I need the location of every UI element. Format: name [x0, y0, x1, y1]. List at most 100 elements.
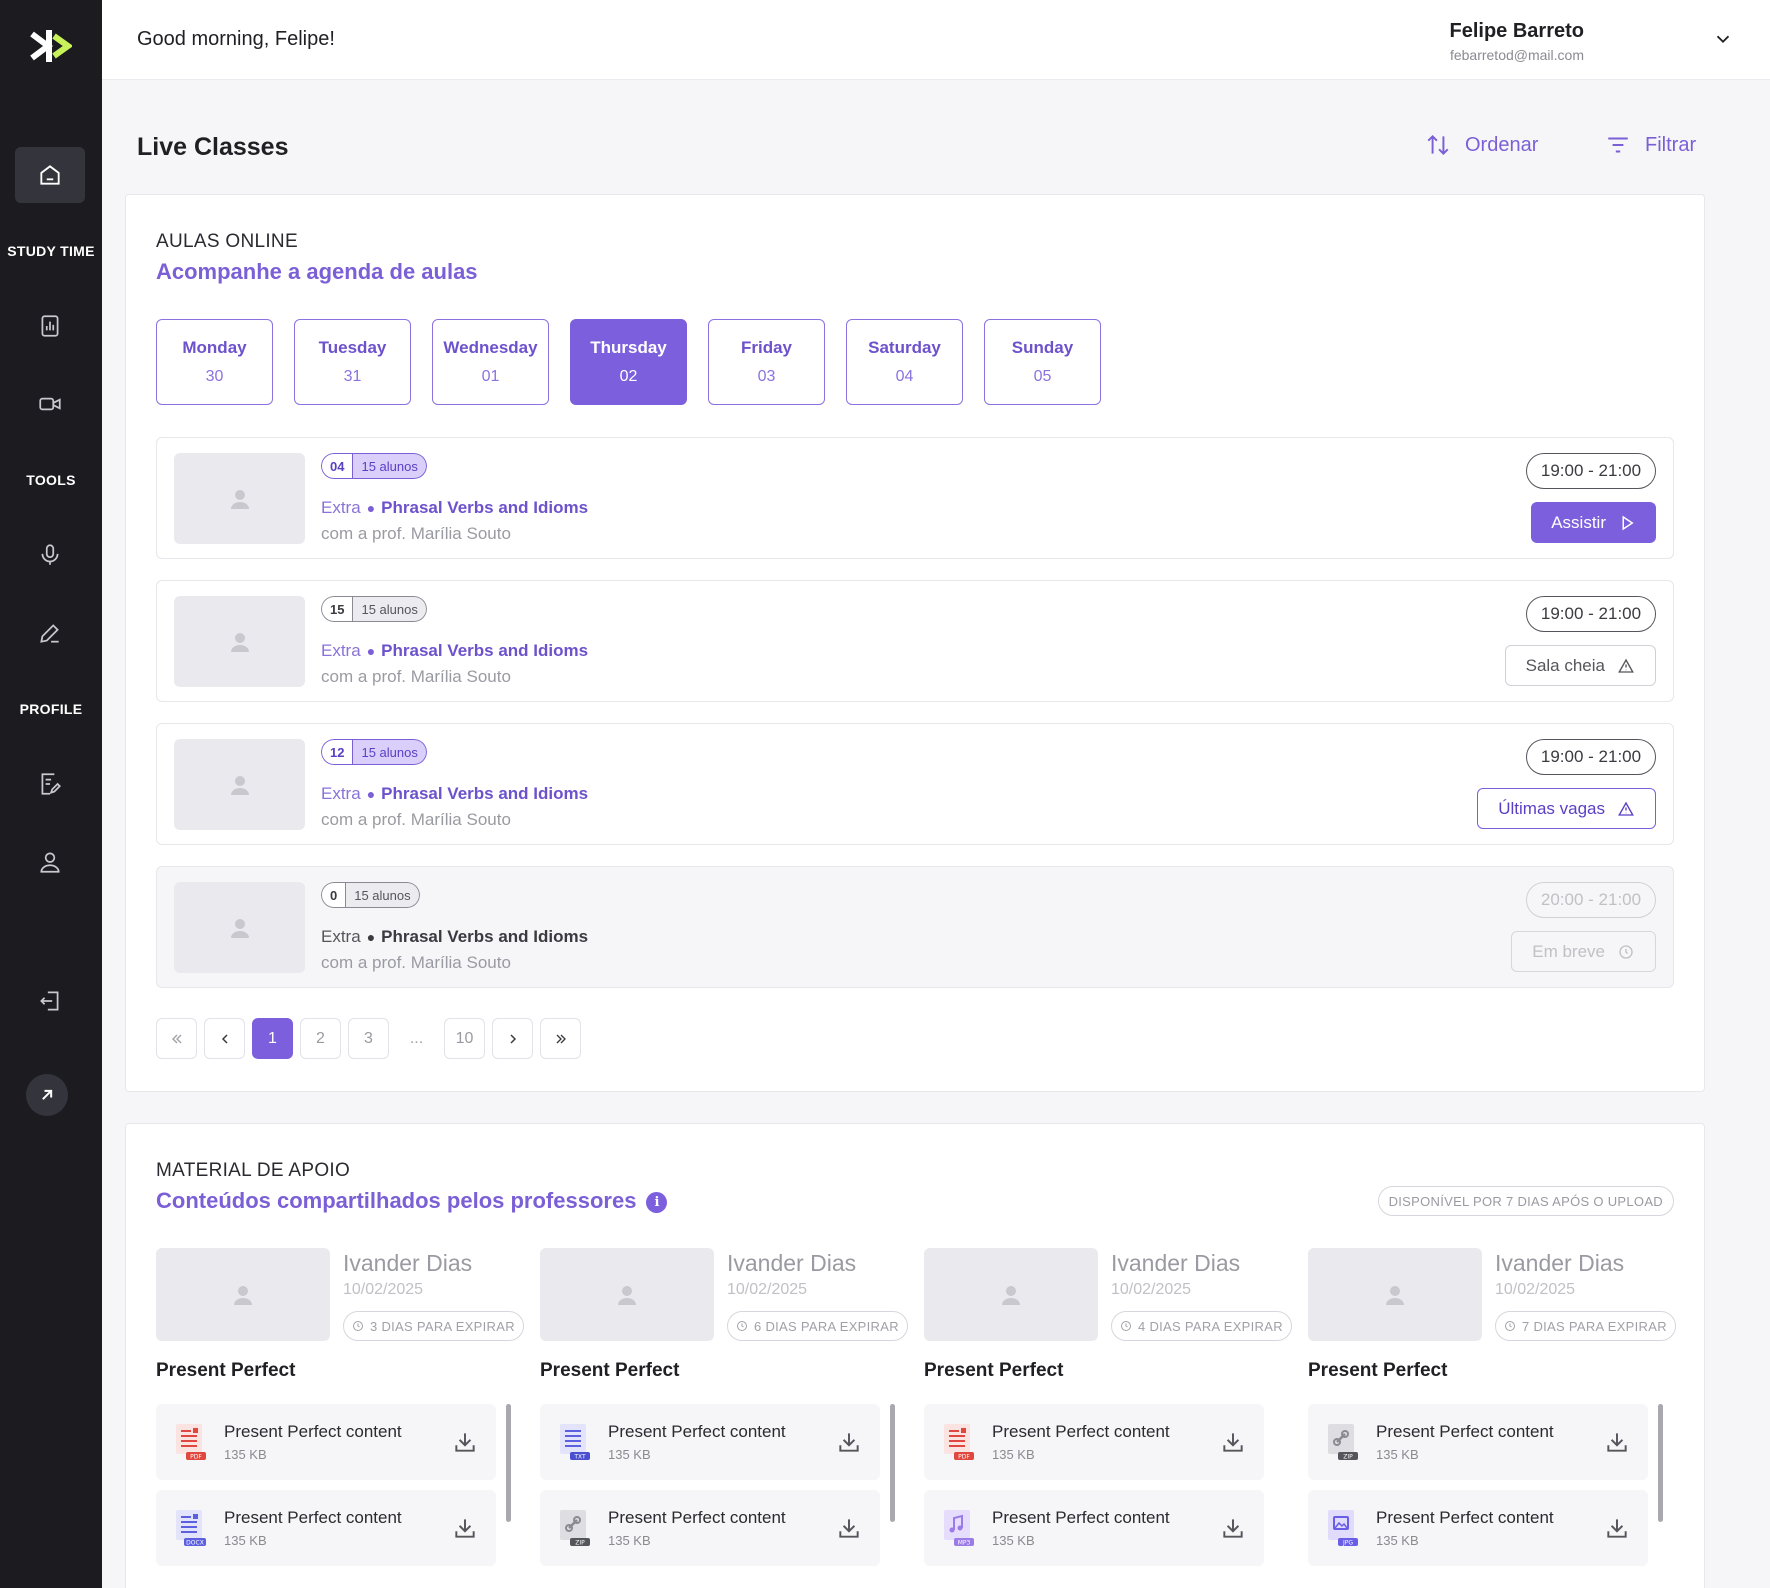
chart-icon — [41, 315, 59, 337]
upload-date: 10/02/2025 — [1111, 1281, 1192, 1298]
page-button[interactable]: 3 — [348, 1018, 389, 1059]
sidebar-item-profile[interactable] — [15, 834, 85, 890]
placeholder-person-icon — [230, 775, 249, 795]
sort-button[interactable]: Ordenar — [1425, 132, 1538, 158]
chevron-left-icon — [221, 1033, 228, 1044]
separator-dot: ● — [366, 929, 376, 945]
day-name: Wednesday — [443, 338, 538, 357]
download-icon[interactable] — [836, 1515, 862, 1541]
filter-button[interactable]: Filtrar — [1605, 132, 1696, 158]
room-full-button[interactable]: Sala cheia — [1504, 645, 1656, 686]
action-label: Sala cheia — [1525, 655, 1605, 675]
expand-sidebar-button[interactable] — [26, 1074, 68, 1116]
teacher-thumbnail — [540, 1248, 714, 1341]
file-list-scrollbar[interactable] — [890, 1404, 895, 1522]
download-icon[interactable] — [1604, 1429, 1630, 1455]
sidebar-item-writing[interactable] — [15, 605, 85, 661]
page-button[interactable]: 10 — [444, 1018, 485, 1059]
download-icon[interactable] — [836, 1429, 862, 1455]
pen-icon — [40, 624, 59, 643]
mp3-file-icon: MP3 — [944, 1510, 974, 1547]
file-list: PDF Present Perfect content 135 KB MP3 P… — [924, 1404, 1264, 1576]
info-icon[interactable]: i — [646, 1191, 668, 1213]
day-tuesday[interactable]: Tuesday 31 — [294, 319, 411, 405]
sidebar-item-reports[interactable] — [15, 298, 85, 354]
placeholder-person-icon — [230, 632, 249, 652]
expiry-text: 7 DIAS PARA EXPIRAR — [1522, 1318, 1667, 1334]
day-friday[interactable]: Friday 03 — [708, 319, 825, 405]
enrolled-count: 12 — [321, 739, 354, 765]
page-button[interactable]: 2 — [300, 1018, 341, 1059]
download-icon[interactable] — [1604, 1515, 1630, 1541]
file-list-scrollbar[interactable] — [1658, 1404, 1663, 1522]
file-item[interactable]: PDF Present Perfect content 135 KB — [924, 1404, 1264, 1480]
day-number: 31 — [343, 368, 362, 385]
watch-button[interactable]: Assistir — [1531, 502, 1656, 543]
day-monday[interactable]: Monday 30 — [156, 319, 273, 405]
txt-file-icon: TXT — [560, 1424, 590, 1461]
enrollment-badge: 0 15 alunos — [321, 882, 420, 908]
sidebar-item-live-classes[interactable] — [15, 376, 85, 432]
class-category: Extra — [321, 641, 361, 660]
chevron-down-icon[interactable] — [1712, 28, 1734, 50]
live-eyebrow: AULAS ONLINE — [156, 231, 298, 252]
user-icon — [40, 852, 60, 873]
last-page-button[interactable] — [540, 1018, 581, 1059]
microphone-icon — [41, 544, 59, 565]
svg-text:ZIP: ZIP — [1343, 1454, 1353, 1461]
day-number: 05 — [1033, 368, 1052, 385]
first-page-button[interactable] — [156, 1018, 197, 1059]
placeholder-person-icon — [230, 489, 249, 509]
next-page-button[interactable] — [492, 1018, 533, 1059]
download-icon[interactable] — [1220, 1429, 1246, 1455]
file-item[interactable]: MP3 Present Perfect content 135 KB — [924, 1490, 1264, 1566]
class-category: Extra — [321, 927, 361, 946]
download-icon[interactable] — [452, 1515, 478, 1541]
sidebar-item-logout[interactable] — [15, 973, 85, 1029]
file-item[interactable]: TXT Present Perfect content 135 KB — [540, 1404, 880, 1480]
page-ellipsis: ... — [409, 1029, 424, 1047]
day-saturday[interactable]: Saturday 04 — [846, 319, 963, 405]
day-thursday[interactable]: Thursday 02 — [570, 319, 687, 405]
capacity: 15 alunos — [353, 453, 427, 479]
enrolled-count: 15 — [321, 596, 354, 622]
day-wednesday[interactable]: Wednesday 01 — [432, 319, 549, 405]
download-icon[interactable] — [452, 1429, 478, 1455]
teacher-thumbnail — [924, 1248, 1098, 1341]
class-time: 20:00 - 21:00 — [1526, 882, 1656, 918]
file-list: PDF Present Perfect content 135 KB DOCX … — [156, 1404, 496, 1576]
separator-dot: ● — [366, 786, 376, 802]
class-time: 19:00 - 21:00 — [1526, 739, 1656, 775]
download-icon[interactable] — [1220, 1515, 1246, 1541]
file-item[interactable]: PDF Present Perfect content 135 KB — [156, 1404, 496, 1480]
previous-page-button[interactable] — [204, 1018, 245, 1059]
class-category: Extra — [321, 498, 361, 517]
capacity: 15 alunos — [353, 739, 427, 765]
file-item[interactable]: DOCX Present Perfect content 135 KB — [156, 1490, 496, 1566]
file-size: 135 KB — [1376, 1533, 1419, 1548]
last-spots-button[interactable]: Últimas vagas — [1477, 788, 1656, 829]
separator-dot: ● — [366, 643, 376, 659]
page-button[interactable]: 1 — [252, 1018, 293, 1059]
day-sunday[interactable]: Sunday 05 — [984, 319, 1101, 405]
user-name[interactable]: Felipe Barreto — [1450, 20, 1584, 43]
file-item[interactable]: ZIP Present Perfect content 135 KB — [1308, 1404, 1648, 1480]
file-list-scrollbar[interactable] — [506, 1404, 511, 1522]
placeholder-person-icon — [234, 1285, 252, 1305]
file-item[interactable]: JPG Present Perfect content 135 KB — [1308, 1490, 1648, 1566]
logo — [28, 26, 74, 66]
capacity: 15 alunos — [353, 596, 427, 622]
file-size: 135 KB — [1376, 1447, 1419, 1462]
day-name: Sunday — [1011, 338, 1074, 357]
class-thumbnail — [174, 882, 305, 973]
upload-date: 10/02/2025 — [727, 1281, 808, 1298]
sidebar-item-home[interactable] — [15, 147, 85, 203]
file-item[interactable]: ZIP Present Perfect content 135 KB — [540, 1490, 880, 1566]
capacity: 15 alunos — [346, 882, 420, 908]
enrollment-badge: 15 15 alunos — [321, 596, 427, 622]
expiry-text: 4 DIAS PARA EXPIRAR — [1138, 1318, 1283, 1334]
sidebar-item-speaking[interactable] — [15, 527, 85, 583]
placeholder-person-icon — [618, 1285, 636, 1305]
day-name: Saturday — [868, 338, 941, 357]
sidebar-item-notes[interactable] — [15, 756, 85, 812]
